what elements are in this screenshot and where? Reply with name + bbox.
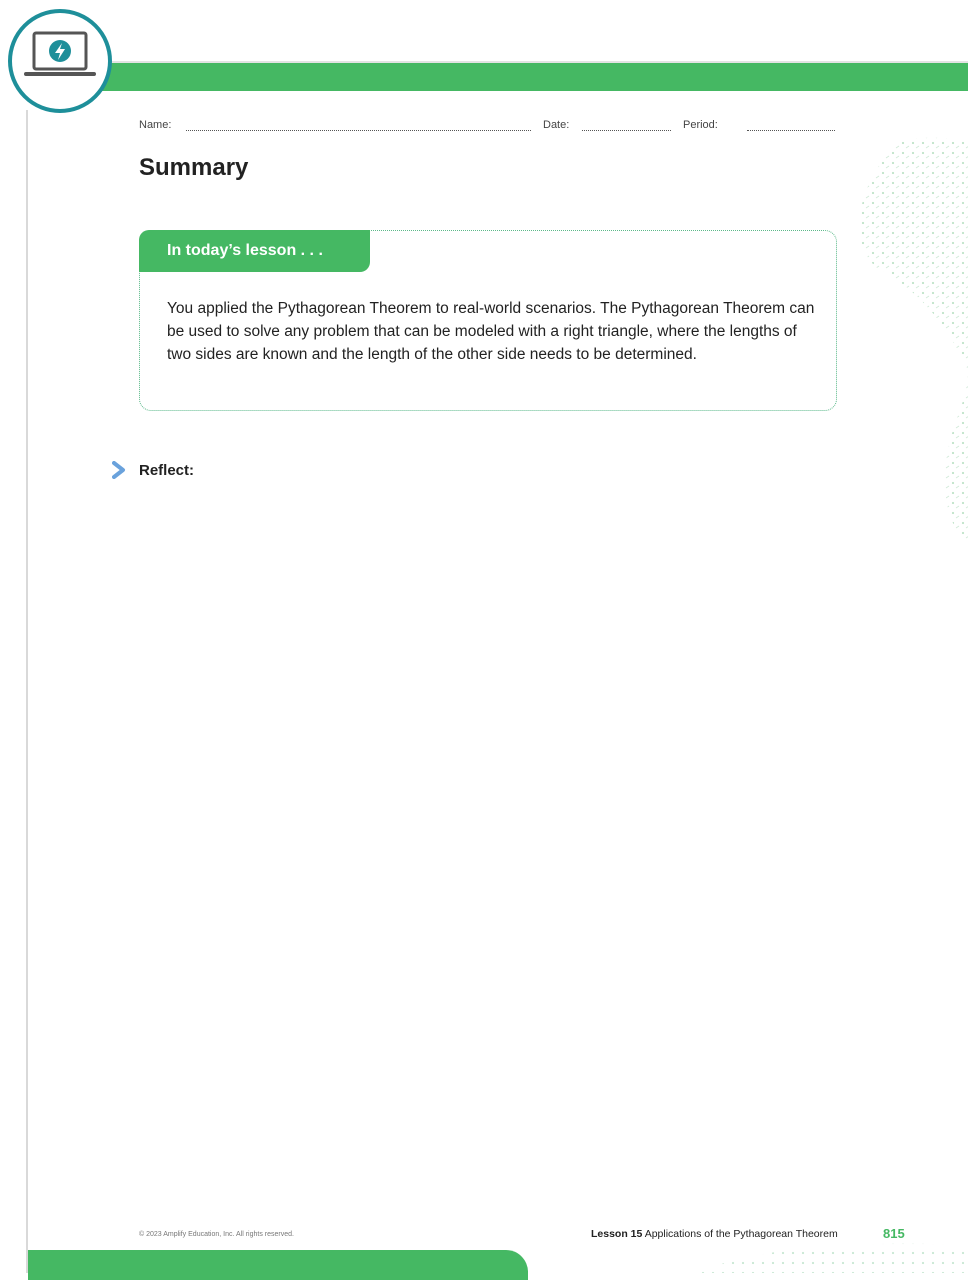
lesson-box-tab: In today’s lesson . . . xyxy=(139,230,370,272)
footer-lesson-info: Lesson 15 Applications of the Pythagorea… xyxy=(591,1228,838,1240)
bottom-blob-decoration xyxy=(700,1243,968,1273)
student-info-header: Name: Date: Period: xyxy=(139,119,835,135)
background-blob-decoration xyxy=(859,137,968,540)
page-number: 815 xyxy=(883,1226,905,1241)
footer-lesson-title: Applications of the Pythagorean Theorem xyxy=(644,1228,838,1240)
reflect-label: Reflect: xyxy=(139,462,195,479)
chevron-right-icon xyxy=(112,461,125,479)
lesson-summary-text: You applied the Pythagorean Theorem to r… xyxy=(167,300,815,363)
period-field[interactable] xyxy=(747,130,835,131)
date-label: Date: xyxy=(543,119,570,131)
lesson-summary-box: In today’s lesson . . . You applied the … xyxy=(139,230,837,411)
name-field[interactable] xyxy=(186,130,531,131)
page-title: Summary xyxy=(139,154,249,181)
digital-activity-badge xyxy=(8,9,112,113)
bottom-band xyxy=(28,1250,528,1280)
laptop-lightning-icon xyxy=(24,31,96,76)
footer-lesson-label: Lesson 15 xyxy=(591,1228,643,1240)
copyright-notice: © 2023 Amplify Education, Inc. All right… xyxy=(139,1231,294,1238)
page-margin-rule xyxy=(26,110,28,1273)
header-band xyxy=(80,63,968,91)
name-label: Name: xyxy=(139,119,172,131)
period-label: Period: xyxy=(683,119,718,131)
date-field[interactable] xyxy=(582,130,671,131)
